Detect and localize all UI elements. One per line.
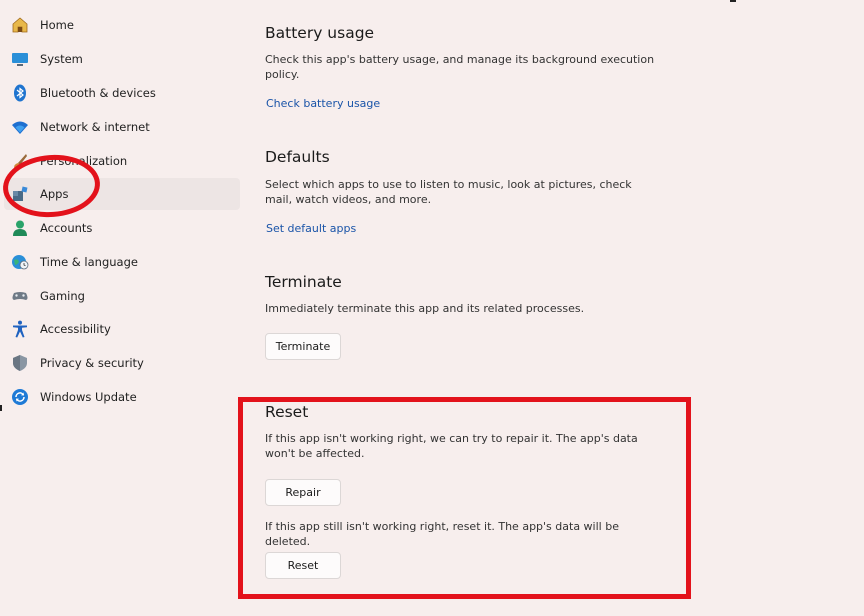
sidebar-item-bluetooth[interactable]: Bluetooth & devices: [4, 77, 240, 109]
defaults-description: Select which apps to use to listen to mu…: [265, 178, 632, 206]
sidebar-item-network[interactable]: Network & internet: [4, 111, 240, 143]
sidebar-item-system[interactable]: System: [4, 43, 240, 75]
set-default-apps-link[interactable]: Set default apps: [266, 222, 356, 235]
battery-usage-description: Check this app's battery usage, and mana…: [265, 53, 655, 81]
defaults-heading: Defaults: [265, 148, 330, 166]
account-icon: [13, 220, 27, 236]
sidebar-item-label: Accounts: [40, 221, 93, 235]
terminate-button[interactable]: Terminate: [265, 333, 341, 360]
shield-icon: [13, 355, 27, 371]
reset-button[interactable]: Reset: [265, 552, 341, 579]
sidebar-item-label: Personalization: [40, 154, 128, 168]
sidebar-item-label: System: [40, 52, 83, 66]
sidebar-item-label: Windows Update: [40, 390, 137, 404]
reset-description: If this app still isn't working right, r…: [265, 520, 619, 548]
sidebar-item-apps[interactable]: Apps: [4, 178, 240, 210]
sidebar-item-time-language[interactable]: Time & language: [4, 246, 240, 278]
sidebar-item-label: Accessibility: [40, 322, 111, 336]
globe-clock-icon: [12, 255, 29, 270]
terminate-description: Immediately terminate this app and its r…: [265, 302, 585, 315]
sidebar-item-personalization[interactable]: Personalization: [4, 145, 240, 177]
sidebar-item-label: Apps: [40, 187, 69, 201]
sidebar-item-label: Network & internet: [40, 120, 150, 134]
terminate-heading: Terminate: [265, 273, 342, 291]
battery-usage-heading: Battery usage: [265, 24, 375, 42]
update-icon: [12, 389, 28, 405]
edge-mark: [0, 405, 2, 411]
sidebar-item-home[interactable]: Home: [4, 9, 240, 41]
home-icon: [12, 17, 28, 33]
sidebar-item-windows-update[interactable]: Windows Update: [4, 381, 240, 413]
check-battery-usage-link[interactable]: Check battery usage: [266, 97, 380, 110]
wifi-icon: [12, 121, 28, 134]
sidebar-item-label: Gaming: [40, 289, 85, 303]
sidebar-item-label: Bluetooth & devices: [40, 86, 156, 100]
accessibility-icon: [13, 320, 27, 338]
bluetooth-icon: [14, 84, 26, 102]
sidebar-item-accessibility[interactable]: Accessibility: [4, 313, 240, 345]
repair-description: If this app isn't working right, we can …: [265, 432, 638, 460]
sidebar-item-gaming[interactable]: Gaming: [4, 280, 240, 312]
repair-button[interactable]: Repair: [265, 479, 341, 506]
sidebar: Home System Bluetooth & devices Network …: [0, 0, 245, 616]
sidebar-item-label: Privacy & security: [40, 356, 144, 370]
sidebar-item-accounts[interactable]: Accounts: [4, 212, 240, 244]
system-icon: [12, 53, 28, 66]
reset-heading: Reset: [265, 403, 309, 421]
sidebar-item-privacy[interactable]: Privacy & security: [4, 347, 240, 379]
edge-mark: [730, 0, 736, 2]
brush-icon: [14, 154, 27, 168]
sidebar-item-label: Home: [40, 18, 74, 32]
sidebar-item-label: Time & language: [40, 255, 138, 269]
apps-icon: [13, 186, 28, 201]
gamepad-icon: [12, 292, 28, 300]
